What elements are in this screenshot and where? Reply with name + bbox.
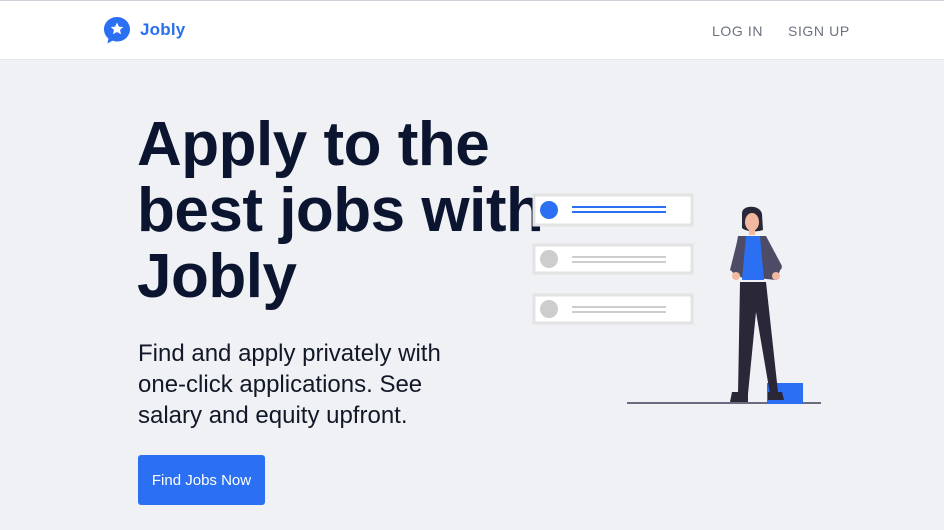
signup-link[interactable]: SIGN UP [788, 23, 850, 39]
hero-title: Apply to the best jobs with Jobly [137, 110, 544, 311]
job-card-active [532, 193, 694, 227]
find-jobs-button[interactable]: Find Jobs Now [138, 455, 265, 505]
login-link[interactable]: LOG IN [712, 23, 763, 39]
star-chat-icon [104, 17, 130, 44]
person-figure-icon [730, 206, 784, 402]
placeholder-dot-icon [540, 300, 558, 318]
brand-name: Jobly [140, 20, 186, 39]
hero-subtitle: Find and apply privately with one-click … [138, 340, 441, 429]
top-navbar: Jobly LOG IN SIGN UP [0, 0, 944, 60]
job-list-person-icon [532, 193, 821, 404]
brand-logo-link[interactable]: Jobly [102, 15, 185, 45]
active-dot-icon [540, 201, 558, 219]
job-card-placeholder [532, 243, 694, 275]
placeholder-dot-icon [540, 250, 558, 268]
job-card-placeholder [532, 293, 694, 325]
